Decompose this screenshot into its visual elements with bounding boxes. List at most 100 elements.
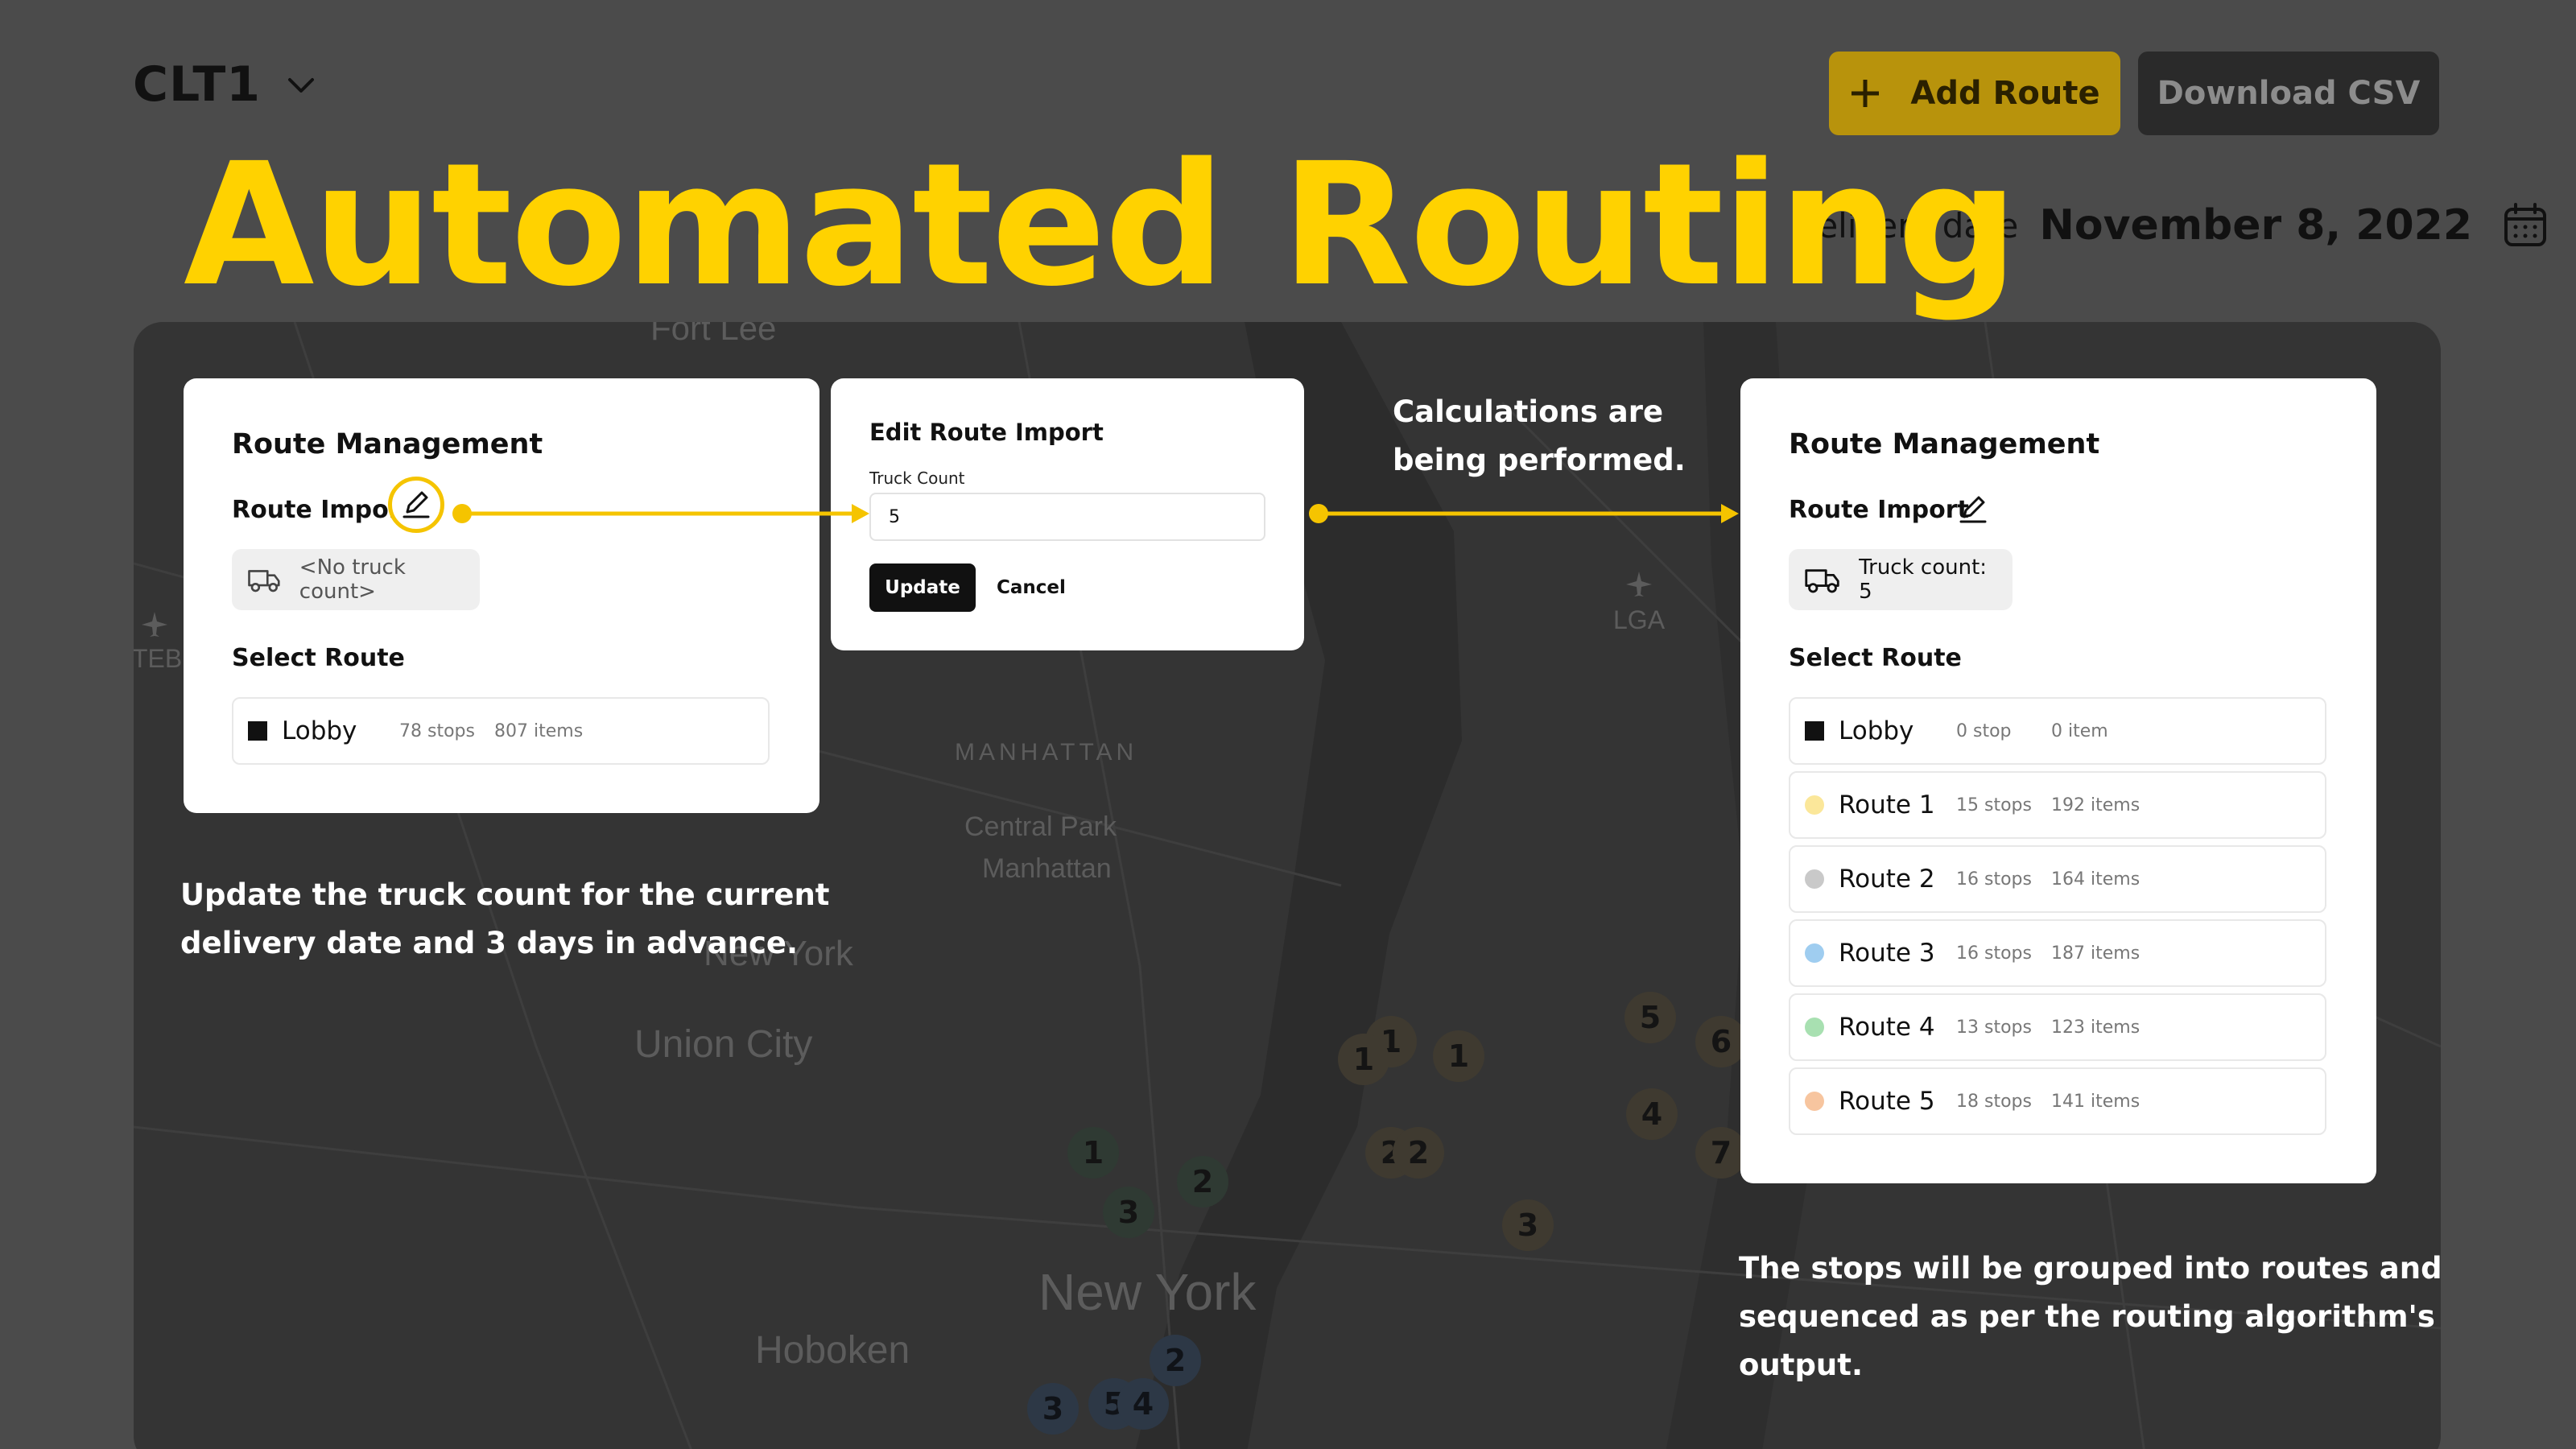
route-stops: 13 stops xyxy=(1956,1017,2032,1038)
route-items: 123 items xyxy=(2051,1017,2140,1038)
calendar-icon[interactable] xyxy=(2501,201,2549,250)
card-title: Route Management xyxy=(232,428,543,460)
route-items: 192 items xyxy=(2051,795,2140,815)
chevron-down-icon xyxy=(288,78,315,93)
calculation-note-line1: Calculations are xyxy=(1393,394,1664,429)
route-row-5[interactable]: Route 5 18 stops 141 items xyxy=(1789,1067,2326,1135)
route-name: Route 2 xyxy=(1839,865,1935,894)
route-row-lobby[interactable]: Lobby 0 stop 0 item xyxy=(1789,697,2326,765)
truck-icon xyxy=(248,570,280,592)
map-stop-pin[interactable]: 1 xyxy=(1338,1034,1389,1085)
select-route-label: Select Route xyxy=(1789,644,1962,672)
pencil-icon xyxy=(1959,496,1987,523)
route-name: Route 5 xyxy=(1839,1087,1935,1116)
card-title: Route Management xyxy=(1789,428,2100,460)
arrow-head xyxy=(852,504,869,523)
route-stops: 16 stops xyxy=(1956,943,2032,964)
route-management-card-after: Route Management Route Import Truck coun… xyxy=(1740,378,2376,1183)
route-row-1[interactable]: Route 1 15 stops 192 items xyxy=(1789,771,2326,839)
truck-count-note-line2: delivery date and 3 days in advance. xyxy=(180,926,799,960)
update-button[interactable]: Update xyxy=(869,564,976,612)
routing-output-note: The stops will be grouped into routes an… xyxy=(1739,1245,2442,1389)
route-color-swatch xyxy=(1805,869,1824,889)
edit-route-import-button[interactable] xyxy=(1958,494,1988,528)
map-label-fort-lee: Fort Lee xyxy=(650,322,777,347)
truck-count-note: Update the truck count for the current d… xyxy=(180,871,829,968)
route-name: Lobby xyxy=(282,716,357,745)
route-stops: 16 stops xyxy=(1956,869,2032,890)
route-name: Route 1 xyxy=(1839,791,1935,819)
route-management-card-before: Route Management Route Import <No truck … xyxy=(184,378,819,813)
dialog-title: Edit Route Import xyxy=(869,419,1104,446)
truck-icon xyxy=(1805,569,1839,593)
download-csv-button[interactable]: Download CSV xyxy=(2138,52,2439,135)
map-stop-pin[interactable]: 6 xyxy=(1695,1016,1747,1067)
route-color-swatch xyxy=(1805,1092,1824,1111)
truck-count-text: <No truck count> xyxy=(299,555,406,604)
map-label-hoboken: Hoboken xyxy=(755,1329,910,1372)
route-items: 807 items xyxy=(494,720,584,741)
route-color-swatch xyxy=(1805,943,1824,963)
add-route-label: Add Route xyxy=(1910,75,2100,112)
routing-output-note-line2: sequenced as per the routing algorithm's xyxy=(1739,1299,2435,1334)
page-headline: Automated Routing xyxy=(184,126,2018,324)
delivery-date-value: November 8, 2022 xyxy=(2039,201,2473,250)
route-items: 164 items xyxy=(2051,869,2140,890)
map-stop-pin[interactable]: 4 xyxy=(1626,1088,1678,1140)
route-row-lobby[interactable]: Lobby 78 stops 807 items xyxy=(232,697,770,765)
map-stop-pin[interactable]: 2 xyxy=(1150,1335,1201,1386)
add-route-button[interactable]: Add Route xyxy=(1829,52,2120,135)
route-import-label: Route Import xyxy=(232,496,412,524)
route-name: Lobby xyxy=(1839,716,1914,745)
route-items: 0 item xyxy=(2051,720,2108,741)
map-label-teb: TEB xyxy=(134,644,183,673)
map-label-central-park-sub: Manhattan xyxy=(982,853,1112,884)
route-name: Route 4 xyxy=(1839,1013,1935,1042)
routing-output-note-line1: The stops will be grouped into routes an… xyxy=(1739,1251,2442,1286)
flow-arrows xyxy=(452,504,1739,523)
route-row-4[interactable]: Route 4 13 stops 123 items xyxy=(1789,993,2326,1061)
map-stop-pin[interactable]: 3 xyxy=(1027,1383,1079,1435)
route-stops: 78 stops xyxy=(399,720,475,741)
route-stops: 0 stop xyxy=(1956,720,2012,741)
route-import-label: Route Import xyxy=(1789,496,1969,524)
site-name: CLT1 xyxy=(133,56,262,113)
route-items: 187 items xyxy=(2051,943,2140,964)
plus-icon xyxy=(1852,80,1880,107)
map-stop-pin[interactable]: 1 xyxy=(1067,1127,1119,1179)
cancel-button[interactable]: Cancel xyxy=(997,577,1066,598)
map-stop-pin[interactable]: 2 xyxy=(1177,1156,1228,1208)
route-items: 141 items xyxy=(2051,1091,2140,1112)
truck-count-text: Truck count: 5 xyxy=(1859,555,1988,604)
map-stop-pin[interactable]: 5 xyxy=(1624,992,1676,1043)
site-selector[interactable]: CLT1 xyxy=(133,56,317,113)
map-label-lga: LGA xyxy=(1613,605,1666,634)
truck-count-pill: <No truck count> xyxy=(232,549,480,610)
arrow-head xyxy=(1721,504,1739,523)
update-label: Update xyxy=(885,577,960,598)
route-color-swatch xyxy=(1805,795,1824,815)
map-stop-pin[interactable]: 2 xyxy=(1393,1127,1444,1179)
map-stop-pin[interactable]: 1 xyxy=(1433,1030,1484,1082)
map-stop-pin[interactable]: 3 xyxy=(1502,1199,1554,1251)
map-label-manhattan: MANHATTAN xyxy=(955,739,1138,766)
route-stops: 15 stops xyxy=(1956,795,2032,815)
map-label-union-city: Union City xyxy=(634,1023,813,1066)
routing-output-note-line3: output. xyxy=(1739,1348,1864,1382)
calculation-note-line2: being performed. xyxy=(1393,443,1686,477)
calculation-note: Calculations are being performed. xyxy=(1393,388,1686,485)
map-stop-pin[interactable]: 3 xyxy=(1103,1187,1154,1238)
route-color-swatch xyxy=(1805,721,1824,741)
route-row-3[interactable]: Route 3 16 stops 187 items xyxy=(1789,919,2326,987)
select-route-label: Select Route xyxy=(232,644,405,672)
map-label-new-york: New York xyxy=(1038,1263,1257,1321)
download-csv-label: Download CSV xyxy=(2157,75,2421,112)
truck-count-note-line1: Update the truck count for the current xyxy=(180,877,830,912)
map-label-central-park: Central Park xyxy=(964,811,1117,842)
route-color-swatch xyxy=(1805,1018,1824,1037)
map-stop-pin[interactable]: 4 xyxy=(1117,1378,1169,1430)
pencil-icon xyxy=(402,491,430,518)
truck-count-pill: Truck count: 5 xyxy=(1789,549,2013,610)
route-row-2[interactable]: Route 2 16 stops 164 items xyxy=(1789,845,2326,913)
map-stop-pin[interactable]: 7 xyxy=(1695,1127,1747,1179)
